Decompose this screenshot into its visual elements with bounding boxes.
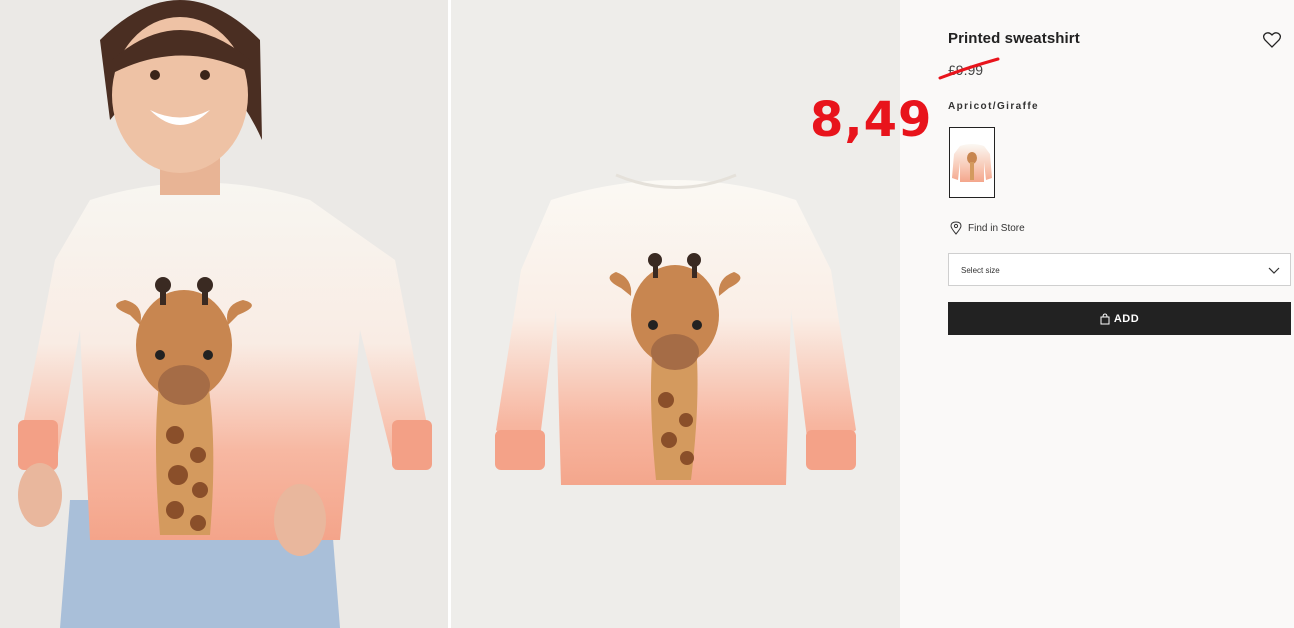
model-photo[interactable]	[0, 0, 448, 628]
size-select[interactable]: Select size	[948, 253, 1291, 286]
add-to-bag-button[interactable]: ADD	[948, 302, 1291, 335]
location-pin-icon	[950, 221, 962, 235]
size-select-label: Select size	[961, 266, 1000, 275]
find-in-store-label: Find in Store	[968, 222, 1025, 234]
product-title: Printed sweatshirt	[948, 30, 1080, 47]
find-in-store-link[interactable]: Find in Store	[950, 221, 1025, 235]
heart-icon[interactable]	[1262, 30, 1282, 50]
color-name: Apricot/Giraffe	[948, 101, 1040, 112]
product-info-panel: Printed sweatshirt £9.99 8,49 Apricot/Gi…	[810, 0, 1294, 628]
sale-price-annotation: 8,49	[810, 92, 933, 148]
price-strike-mark	[938, 57, 1000, 80]
color-swatch[interactable]	[949, 127, 995, 198]
product-page: Printed sweatshirt £9.99 8,49 Apricot/Gi…	[0, 0, 1294, 628]
chevron-down-icon	[1268, 267, 1280, 274]
add-button-label: ADD	[1113, 312, 1140, 325]
shopping-bag-icon	[1100, 312, 1110, 324]
